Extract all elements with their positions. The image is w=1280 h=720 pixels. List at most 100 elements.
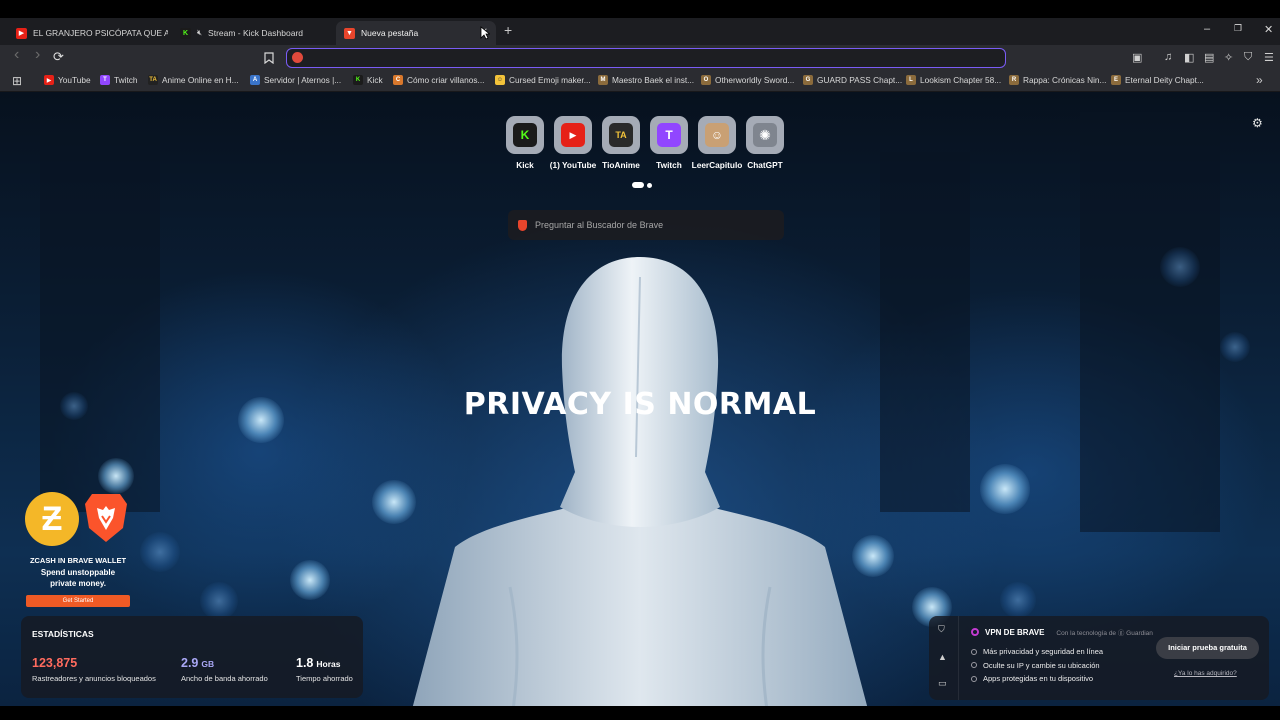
- sidebar-icon[interactable]: ◧: [1184, 51, 1194, 64]
- new-tab-button[interactable]: +: [504, 22, 512, 38]
- zcash-promo-card[interactable]: Ƶ ZCASH IN BRAVE WALLET Spend unstoppabl…: [22, 492, 134, 607]
- apps-grid-icon[interactable]: ⊞: [12, 74, 22, 88]
- tab-new-tab[interactable]: ▼ Nueva pestaña ✕: [336, 21, 496, 45]
- menu-icon[interactable]: ☰: [1264, 51, 1274, 64]
- stat-bandwidth-saved: 2.9 GB Ancho de banda ahorrado: [181, 654, 268, 683]
- leercapitulo-icon: ☺: [705, 123, 729, 147]
- tab-label: EL GRANJERO PSICÓPATA QUE ALIM: [33, 28, 168, 38]
- pagination-dot-active[interactable]: [632, 182, 644, 188]
- brave-search-icon: [292, 52, 303, 63]
- gear-icon[interactable]: ⚙: [1252, 116, 1263, 130]
- shortcut-youtube[interactable]: ▶ (1) YouTube: [550, 116, 596, 170]
- top-sites: K Kick ▶ (1) YouTube TA TioAnime T Twitc…: [506, 116, 784, 170]
- bookmark-cursed-emoji[interactable]: ☺ Cursed Emoji maker...: [495, 75, 591, 85]
- bookmark-label: GUARD PASS Chapt...: [817, 75, 903, 85]
- vpn-feature-text: Apps protegidas en tu dispositivo: [983, 674, 1094, 684]
- stat-description: Ancho de banda ahorrado: [181, 674, 268, 683]
- tab-youtube-video[interactable]: ▶ EL GRANJERO PSICÓPATA QUE ALIM: [8, 21, 168, 45]
- tab-search-icon[interactable]: ▣: [1132, 51, 1142, 64]
- start-free-trial-button[interactable]: Iniciar prueba gratuita: [1156, 637, 1259, 659]
- new-tab-page: K Kick ▶ (1) YouTube TA TioAnime T Twitc…: [0, 92, 1280, 706]
- aternos-icon: A: [250, 75, 260, 85]
- bookmark-label: Maestro Baek el inst...: [612, 75, 695, 85]
- shortcut-chatgpt[interactable]: ✺ ChatGPT: [746, 116, 784, 170]
- bookmark-label: Rappa: Crónicas Nin...: [1023, 75, 1107, 85]
- vpn-header: VPN DE BRAVE Con la tecnología de ⓖ Guar…: [971, 627, 1153, 637]
- media-icon[interactable]: ♫: [1164, 51, 1172, 63]
- leo-ai-icon[interactable]: ✧: [1224, 51, 1233, 64]
- vpn-feature: Oculte su IP y cambie su ubicación: [971, 659, 1103, 673]
- bookmark-maestro-baek[interactable]: M Maestro Baek el inst...: [598, 75, 694, 85]
- minimize-button[interactable]: –: [1204, 23, 1210, 35]
- bookmark-eternal-deity[interactable]: E Eternal Deity Chapt...: [1111, 75, 1204, 85]
- manga-site-icon: G: [803, 75, 813, 85]
- bokeh-light: [1160, 247, 1200, 287]
- vpn-powered-by: Con la tecnología de ⓖ Guardian: [1056, 630, 1153, 637]
- bookmark-twitch[interactable]: T Twitch: [100, 75, 138, 85]
- address-bar[interactable]: [286, 48, 1006, 68]
- stat-value: 2.9: [181, 656, 199, 670]
- shortcut-twitch[interactable]: T Twitch: [650, 116, 688, 170]
- chatgpt-icon: ✺: [753, 123, 777, 147]
- warning-icon[interactable]: ▲: [938, 652, 947, 662]
- mute-icon[interactable]: 🔇︎: [197, 28, 202, 38]
- bookmark-anime-online[interactable]: TA Anime Online en H...: [148, 75, 239, 85]
- pagination-dot[interactable]: [647, 182, 652, 188]
- bookmark-otherworldly-sword[interactable]: O Otherworldly Sword...: [701, 75, 794, 85]
- shortcut-tile[interactable]: ✺: [746, 116, 784, 154]
- tab-kick-dashboard[interactable]: K 🔇︎ Stream - Kick Dashboard: [172, 21, 332, 45]
- kick-icon: K: [513, 123, 537, 147]
- forward-button[interactable]: ›: [35, 46, 40, 64]
- bookmark-label: Twitch: [114, 75, 138, 85]
- wallet-icon[interactable]: ▤: [1204, 51, 1214, 64]
- shields-icon[interactable]: ⛉: [1244, 51, 1252, 64]
- bookmark-youtube[interactable]: ▶ YouTube: [44, 75, 91, 85]
- shortcut-tioanime[interactable]: TA TioAnime: [602, 116, 640, 170]
- shortcut-pagination[interactable]: [632, 182, 652, 188]
- bookmark-label: Otherworldly Sword...: [715, 75, 795, 85]
- bookmark-kick[interactable]: K Kick: [353, 75, 383, 85]
- promo-line-1: Spend unstoppable: [40, 568, 116, 577]
- bokeh-light: [200, 582, 238, 620]
- brave-search-box[interactable]: [508, 210, 784, 240]
- restore-button[interactable]: ❐: [1234, 23, 1242, 34]
- search-input[interactable]: [535, 220, 765, 230]
- tab-strip: ▶ EL GRANJERO PSICÓPATA QUE ALIM K 🔇︎ St…: [0, 18, 1280, 45]
- vpn-title: VPN DE BRAVE: [985, 627, 1045, 637]
- shortcut-leercapitulo[interactable]: ☺ LeerCapitulo: [692, 116, 742, 170]
- vpn-shield-icon[interactable]: ⛉: [938, 624, 945, 635]
- shortcut-tile[interactable]: ☺: [698, 116, 736, 154]
- bookmarks-bar: ⊞ ▶ YouTube T Twitch TA Anime Online en H..…: [0, 71, 1280, 92]
- bookmark-aternos[interactable]: A Servidor | Aternos |...: [250, 75, 341, 85]
- get-started-button[interactable]: Get Started: [26, 595, 130, 607]
- manga-site-icon: C: [393, 75, 403, 85]
- shortcut-tile[interactable]: K: [506, 116, 544, 154]
- emoji-icon: ☺: [495, 75, 505, 85]
- youtube-icon: ▶: [44, 75, 54, 85]
- mouse-cursor-icon: [480, 26, 490, 40]
- manga-site-icon: M: [598, 75, 608, 85]
- shortcut-kick[interactable]: K Kick: [506, 116, 544, 170]
- shortcut-tile[interactable]: ▶: [554, 116, 592, 154]
- promo-logos: Ƶ: [25, 492, 134, 546]
- bookmark-guard-pass[interactable]: G GUARD PASS Chapt...: [803, 75, 902, 85]
- shortcut-tile[interactable]: T: [650, 116, 688, 154]
- bookmark-criar-villanos[interactable]: C Cómo criar villanos...: [393, 75, 484, 85]
- bookmark-rappa[interactable]: R Rappa: Crónicas Nin...: [1009, 75, 1106, 85]
- back-button[interactable]: ‹: [14, 46, 19, 64]
- bookmark-lookism[interactable]: L Lookism Chapter 58...: [906, 75, 1001, 85]
- shortcut-tile[interactable]: TA: [602, 116, 640, 154]
- close-window-button[interactable]: ✕: [1264, 23, 1273, 36]
- stats-title: ESTADÍSTICAS: [32, 629, 94, 639]
- more-bookmarks-icon[interactable]: »: [1256, 73, 1263, 87]
- bookmark-icon[interactable]: [264, 52, 274, 64]
- vpn-feature-list: Más privacidad y seguridad en línea Ocul…: [971, 645, 1103, 686]
- twitch-icon: T: [100, 75, 110, 85]
- vpn-feature-text: Más privacidad y seguridad en línea: [983, 647, 1104, 657]
- bookmark-label: Cursed Emoji maker...: [509, 75, 591, 85]
- bookmark-label: Servidor | Aternos |...: [264, 75, 342, 85]
- tab-label: Nueva pestaña: [361, 28, 419, 38]
- reload-button[interactable]: ⟳: [53, 49, 64, 65]
- already-purchased-link[interactable]: ¿Ya lo has adquirido?: [1174, 670, 1237, 677]
- video-icon[interactable]: ▭: [938, 678, 947, 689]
